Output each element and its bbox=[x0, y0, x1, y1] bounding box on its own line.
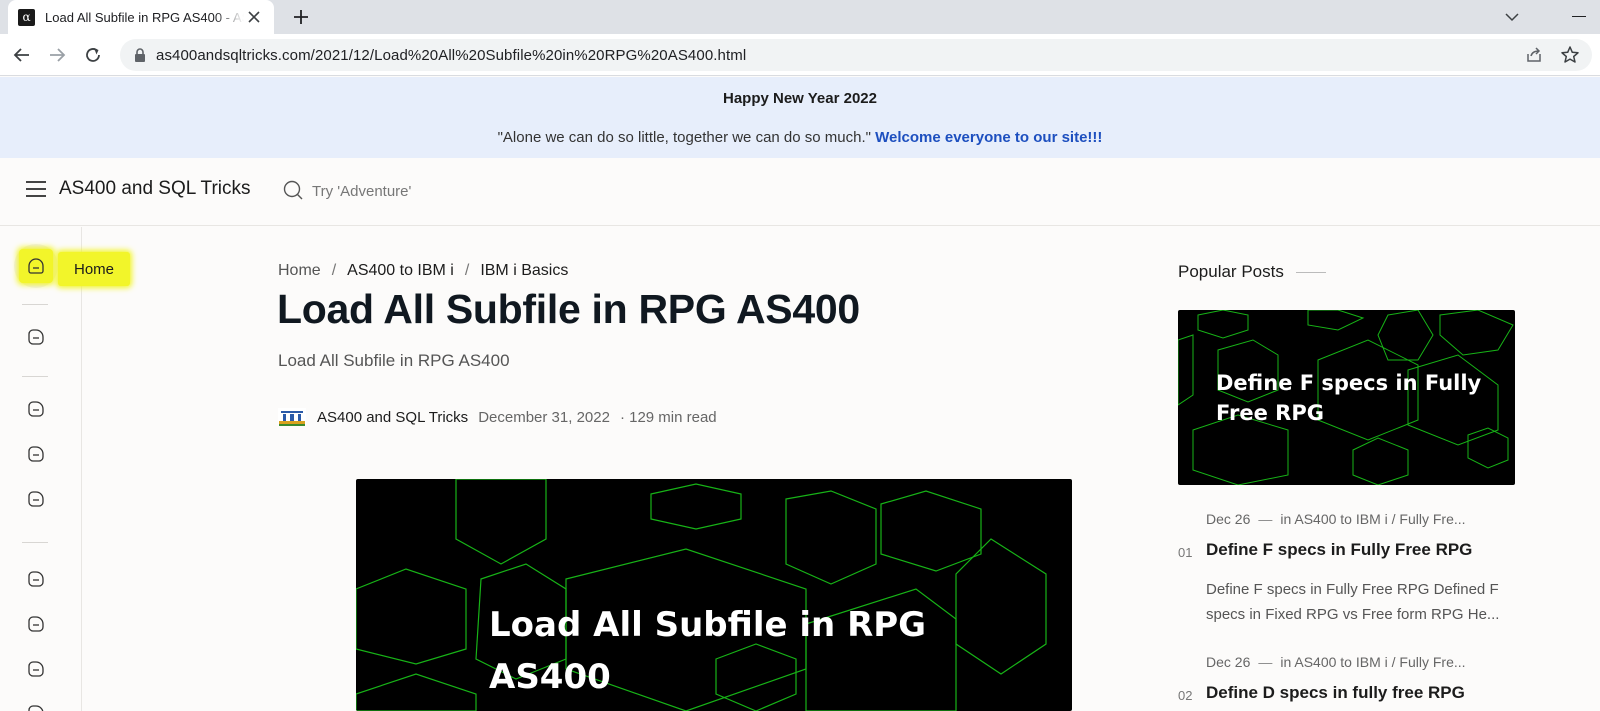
popular-post-meta: Dec 26— in AS400 to IBM i / Fully Fre... bbox=[1206, 654, 1466, 670]
forward-arrow-icon[interactable] bbox=[45, 43, 69, 67]
folder-icon bbox=[28, 329, 44, 345]
browser-address-bar: as400andsqltricks.com/2021/12/Load%20All… bbox=[0, 34, 1600, 76]
breadcrumb: Home / AS400 to IBM i / IBM i Basics bbox=[278, 262, 568, 280]
popular-post-meta: Dec 26— in AS400 to IBM i / Fully Fre... bbox=[1206, 511, 1466, 527]
popular-post-title[interactable]: Define F specs in Fully Free RPG bbox=[1206, 540, 1472, 560]
hero-image-text: Load All Subfile in RPG AS400 bbox=[489, 605, 927, 697]
popular-post-category[interactable]: in AS400 to IBM i / Fully Fre... bbox=[1280, 511, 1465, 527]
left-nav-rail bbox=[0, 227, 82, 711]
window-minimize-icon[interactable] bbox=[1572, 16, 1586, 17]
popular-post-date: Dec 26 bbox=[1206, 511, 1251, 527]
home-nav-label[interactable]: Home bbox=[58, 252, 130, 286]
popular-post-category[interactable]: in AS400 to IBM i / Fully Fre... bbox=[1280, 654, 1465, 670]
close-tab-icon[interactable] bbox=[244, 7, 264, 27]
post-title: Load All Subfile in RPG AS400 bbox=[277, 286, 860, 332]
breadcrumb-as400-to-ibm-i[interactable]: AS400 to IBM i bbox=[347, 262, 454, 280]
breadcrumb-separator: / bbox=[331, 262, 337, 279]
breadcrumb-ibm-i-basics[interactable]: IBM i Basics bbox=[480, 262, 568, 280]
folder-icon bbox=[28, 491, 44, 507]
nav-category-folder[interactable] bbox=[14, 691, 58, 711]
home-icon bbox=[19, 249, 53, 283]
tab-search-chevron-icon[interactable] bbox=[1502, 7, 1522, 27]
popular-post-number: 02 bbox=[1178, 688, 1193, 703]
bookmark-star-icon[interactable] bbox=[1560, 45, 1580, 65]
rail-divider bbox=[22, 542, 48, 543]
thumbnail-text: Define F specs in Fully Free RPG bbox=[1216, 371, 1482, 425]
popular-posts-title: Popular Posts bbox=[1178, 262, 1284, 281]
folder-icon bbox=[28, 401, 44, 417]
url-text: as400andsqltricks.com/2021/12/Load%20All… bbox=[156, 46, 747, 64]
site-title[interactable]: AS400 and SQL Tricks bbox=[59, 178, 251, 200]
site-header: AS400 and SQL Tricks bbox=[0, 158, 1600, 226]
nav-category-folder[interactable] bbox=[14, 387, 58, 431]
new-tab-button[interactable] bbox=[288, 4, 314, 30]
author-avatar[interactable] bbox=[278, 408, 306, 426]
post-meta: AS400 and SQL Tricks December 31, 2022 ·… bbox=[278, 408, 717, 426]
announcement-title: Happy New Year 2022 bbox=[723, 90, 877, 107]
search-input[interactable] bbox=[312, 178, 572, 204]
nav-category-folder[interactable] bbox=[14, 557, 58, 601]
post-hero-image: Load All Subfile in RPG AS400 bbox=[356, 479, 1072, 711]
browser-tab[interactable]: α Load All Subfile in RPG AS400 - AS400 … bbox=[8, 0, 274, 34]
rail-divider bbox=[22, 376, 48, 377]
folder-icon bbox=[28, 446, 44, 462]
folder-icon bbox=[28, 705, 44, 711]
popular-post-thumbnail[interactable]: Define F specs in Fully Free RPG bbox=[1178, 310, 1515, 485]
post-subtitle: Load All Subfile in RPG AS400 bbox=[278, 351, 510, 370]
welcome-link[interactable]: Welcome everyone to our site!!! bbox=[875, 129, 1102, 146]
folder-icon bbox=[28, 571, 44, 587]
author-name[interactable]: AS400 and SQL Tricks bbox=[317, 409, 468, 426]
back-arrow-icon[interactable] bbox=[10, 43, 34, 67]
tab-title: Load All Subfile in RPG AS400 - AS400 an… bbox=[45, 9, 244, 25]
share-icon[interactable] bbox=[1524, 45, 1544, 65]
folder-icon bbox=[28, 616, 44, 632]
lock-icon bbox=[135, 48, 145, 62]
nav-category-folder[interactable] bbox=[14, 477, 58, 521]
breadcrumb-separator: / bbox=[464, 262, 470, 279]
nav-category-folder[interactable] bbox=[14, 432, 58, 476]
nav-category-folder[interactable] bbox=[14, 647, 58, 691]
nav-home[interactable] bbox=[14, 244, 58, 288]
rail-divider bbox=[22, 304, 48, 305]
post-date: December 31, 2022 bbox=[478, 408, 610, 426]
nav-category-folder[interactable] bbox=[14, 315, 58, 359]
url-bar[interactable]: as400andsqltricks.com/2021/12/Load%20All… bbox=[120, 39, 1592, 71]
popular-post-date: Dec 26 bbox=[1206, 654, 1251, 670]
site-favicon-icon: α bbox=[18, 8, 35, 26]
popular-post-number: 01 bbox=[1178, 545, 1193, 560]
popular-post-snippet: Define F specs in Fully Free RPG Defined… bbox=[1206, 581, 1500, 623]
announcement-text: "Alone we can do so little, together we … bbox=[0, 129, 1600, 146]
search-icon[interactable] bbox=[282, 179, 304, 201]
heading-rule bbox=[1295, 271, 1326, 273]
folder-icon bbox=[28, 661, 44, 677]
popular-posts-heading: Popular Posts bbox=[1178, 262, 1326, 282]
browser-tab-bar: α Load All Subfile in RPG AS400 - AS400 … bbox=[0, 0, 1600, 34]
popular-post-title[interactable]: Define D specs in fully free RPG bbox=[1206, 683, 1465, 703]
reload-icon[interactable] bbox=[81, 43, 105, 67]
nav-category-folder[interactable] bbox=[14, 602, 58, 646]
announcement-banner: Happy New Year 2022 "Alone we can do so … bbox=[0, 77, 1600, 158]
menu-hamburger-icon[interactable] bbox=[26, 181, 46, 197]
breadcrumb-home[interactable]: Home bbox=[278, 262, 321, 280]
read-time: · 129 min read bbox=[619, 408, 717, 426]
announcement-quote: "Alone we can do so little, together we … bbox=[497, 129, 871, 146]
